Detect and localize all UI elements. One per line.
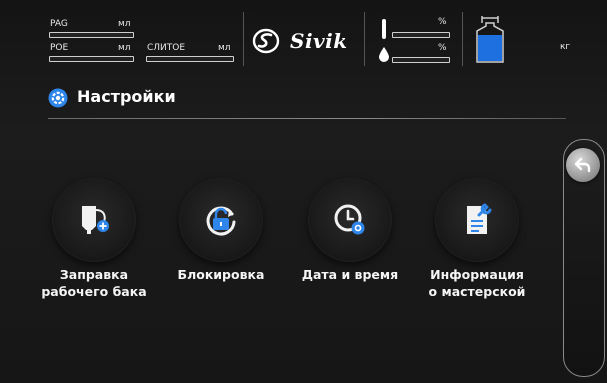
document-wrench-icon xyxy=(467,203,492,234)
tank-fill-icon xyxy=(82,206,109,234)
thermometer-icon xyxy=(382,19,386,39)
tile-datetime-circle[interactable] xyxy=(308,178,392,262)
temp-gauge xyxy=(392,32,450,38)
pag-label: PAG xyxy=(50,19,68,29)
tank-bottle-icon xyxy=(476,16,504,63)
drain-gauge xyxy=(146,56,234,62)
clock-icon xyxy=(334,204,365,235)
page-title: Настройки xyxy=(77,87,176,106)
tile-lock[interactable]: Блокировка xyxy=(161,178,281,318)
status-bar: PAG мл POE мл СЛИТОЕ мл Sivik % % кг xyxy=(0,0,607,72)
back-button[interactable] xyxy=(566,148,600,182)
header-divider xyxy=(48,118,566,119)
back-arrow-icon xyxy=(574,157,591,173)
tank-unit: кг xyxy=(560,42,571,52)
drain-unit: мл xyxy=(218,43,231,53)
pag-gauge xyxy=(49,32,134,38)
tile-workshop-info-label: Информация о мастерской xyxy=(428,267,526,299)
unlock-icon xyxy=(206,206,236,236)
humidity-gauge xyxy=(392,57,450,63)
settings-screen: PAG мл POE мл СЛИТОЕ мл Sivik % % кг Нас… xyxy=(0,0,607,383)
drop-icon xyxy=(379,47,389,62)
pag-unit: мл xyxy=(118,19,131,29)
temp-unit: % xyxy=(438,17,447,27)
tile-tank-fill[interactable]: Заправка рабочего бака xyxy=(34,178,154,318)
humidity-unit: % xyxy=(438,43,447,53)
poe-gauge xyxy=(49,56,134,62)
tile-tank-fill-circle[interactable] xyxy=(52,178,136,262)
tile-lock-circle[interactable] xyxy=(179,178,263,262)
tile-tank-fill-label: Заправка рабочего бака xyxy=(41,267,147,299)
tile-datetime-label: Дата и время xyxy=(301,267,399,282)
poe-unit: мл xyxy=(118,43,131,53)
gear-icon xyxy=(48,88,68,108)
tile-workshop-info-circle[interactable] xyxy=(435,178,519,262)
tile-workshop-info[interactable]: Информация о мастерской xyxy=(417,178,537,318)
poe-label: POE xyxy=(50,43,69,53)
drain-label: СЛИТОЕ xyxy=(147,43,186,53)
tile-datetime[interactable]: Дата и время xyxy=(290,178,410,318)
status-divider xyxy=(364,12,365,66)
tile-lock-label: Блокировка xyxy=(177,267,265,282)
logo-text: Sivik xyxy=(290,29,348,53)
status-divider xyxy=(243,12,244,66)
status-divider xyxy=(462,12,463,66)
